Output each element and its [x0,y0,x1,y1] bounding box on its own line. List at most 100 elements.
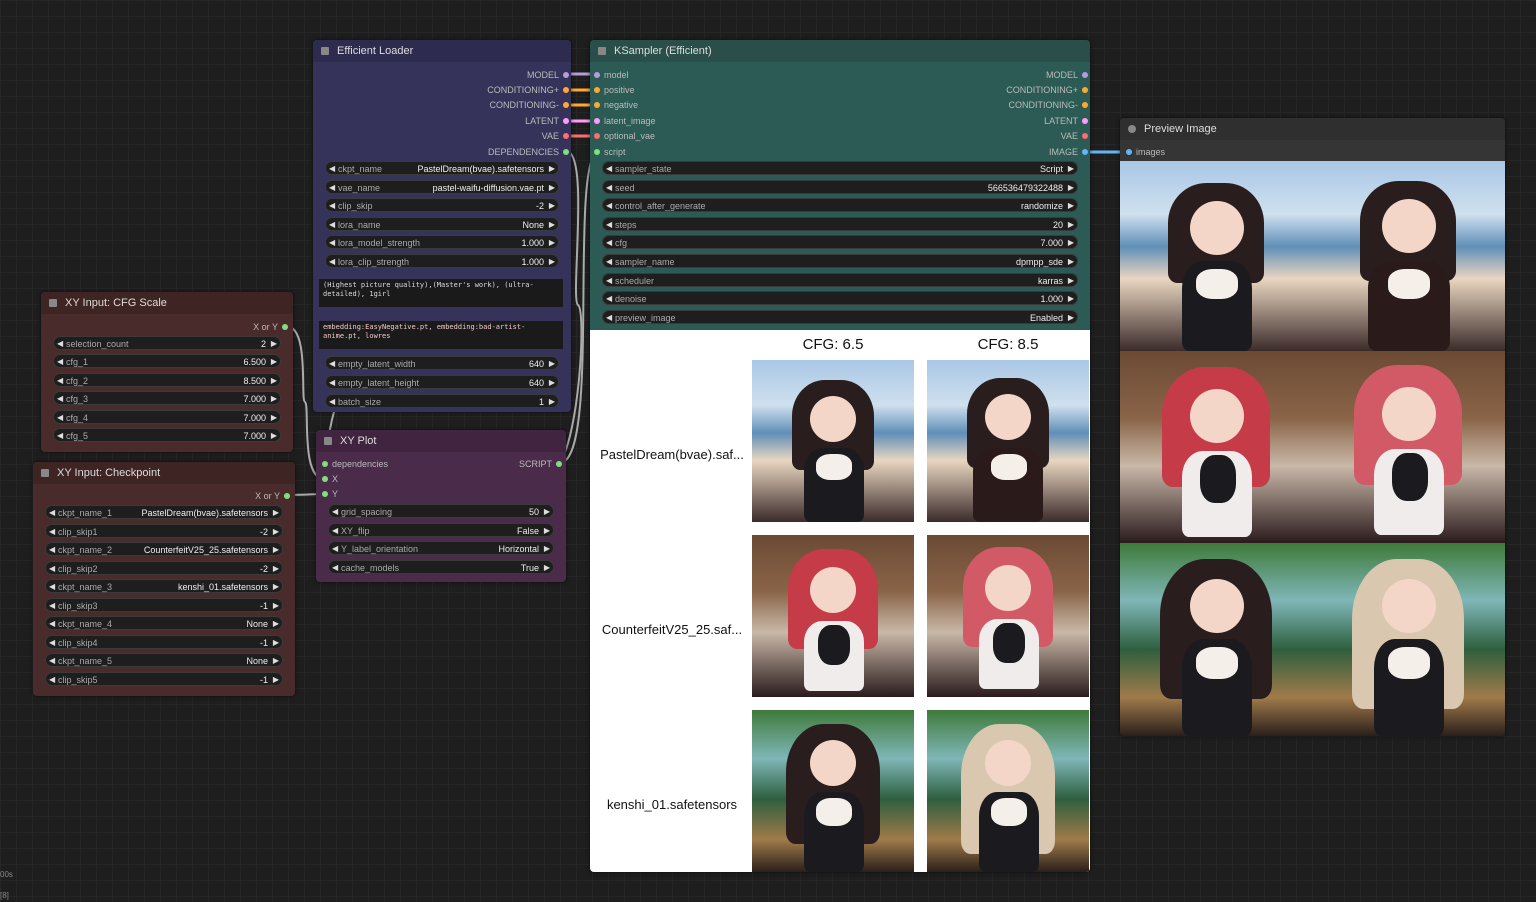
input-model[interactable]: model [590,68,629,82]
input-optional-vae[interactable]: optional_vae [590,129,655,143]
widget-sampler-state[interactable]: ◀ sampler_state Script ▶ [602,161,1078,175]
widget-clip-skip-3[interactable]: ◀ clip_skip3 -1 ▶ [45,598,283,612]
widget-preview-image[interactable]: ◀ preview_image Enabled ▶ [602,310,1078,324]
output-image[interactable]: IMAGE [878,145,1090,159]
grid-image-r1c1[interactable] [752,360,914,522]
xy-plot-node[interactable]: XY Plot dependencies X Y SCRIPT ◀ grid_sp… [316,430,566,582]
corner-text-bottom: [8] [0,891,9,900]
input-x[interactable]: X [318,472,338,486]
widget-ckpt-name-4[interactable]: ◀ ckpt_name_4 None ▶ [45,616,283,630]
xy-plot-title-bar[interactable]: XY Plot [316,430,566,452]
widget-clip-skip-2[interactable]: ◀ clip_skip2 -2 ▶ [45,561,283,575]
widget-sampler-name[interactable]: ◀ sampler_name dpmpp_sde ▶ [602,254,1078,268]
widget-ckpt-name[interactable]: ◀ ckpt_name PastelDream(bvae).safetensors ▶ [325,161,559,175]
preview-image-1[interactable] [1120,161,1312,351]
grid-image-r2c1[interactable] [752,535,914,697]
ksampler-node[interactable]: KSampler (Efficient) model positive nega… [590,40,1090,872]
row-header-1: PastelDream(bvae).saf... [600,447,744,462]
output-conditioning-pos[interactable]: CONDITIONING+ [878,83,1090,97]
input-dependencies[interactable]: dependencies [318,457,388,471]
output-latent[interactable]: LATENT [878,114,1090,128]
widget-ckpt-name-3[interactable]: ◀ ckpt_name_3 kenshi_01.safetensors ▶ [45,579,283,593]
output-x-or-y[interactable]: X or Y [160,489,292,503]
output-model[interactable]: MODEL [878,68,1090,82]
xy-input-cfg-scale-node[interactable]: XY Input: CFG Scale X or Y ◀ selection_co… [41,292,293,452]
widget-control-after-generate[interactable]: ◀ control_after_generate randomize ▶ [602,198,1078,212]
output-vae[interactable]: VAE [359,129,571,143]
cfg-scale-title-bar[interactable]: XY Input: CFG Scale [41,292,293,314]
widget-steps[interactable]: ◀ steps 20 ▶ [602,217,1078,231]
input-positive[interactable]: positive [590,83,635,97]
preview-image-6[interactable] [1312,543,1505,736]
ksampler-title-bar[interactable]: KSampler (Efficient) [590,40,1090,62]
widget-grid-spacing[interactable]: ◀ grid_spacing 50 ▶ [328,504,554,518]
widget-cfg-3[interactable]: ◀ cfg_3 7.000 ▶ [53,391,281,405]
output-vae[interactable]: VAE [878,129,1090,143]
preview-image-2[interactable] [1312,161,1505,351]
positive-prompt-textarea[interactable]: (Highest picture quality),(Master's work… [319,279,563,307]
widget-lora-clip-strength[interactable]: ◀ lora_clip_strength 1.000 ▶ [325,254,559,268]
widget-xy-flip[interactable]: ◀ XY_flip False ▶ [328,523,554,537]
grid-image-r2c2[interactable] [927,535,1089,697]
widget-seed[interactable]: ◀ seed 566536479322488 ▶ [602,180,1078,194]
widget-lora-model-strength[interactable]: ◀ lora_model_strength 1.000 ▶ [325,235,559,249]
preview-image-4[interactable] [1312,351,1505,543]
output-x-or-y[interactable]: X or Y [158,320,290,334]
widget-clip-skip[interactable]: ◀ clip_skip -2 ▶ [325,198,559,212]
efficient-loader-title-bar[interactable]: Efficient Loader [313,40,571,62]
widget-ckpt-name-2[interactable]: ◀ ckpt_name_2 CounterfeitV25_25.safetensor… [45,542,283,556]
output-dependencies[interactable]: DEPENDENCIES [359,145,571,159]
widget-scheduler[interactable]: ◀ scheduler karras ▶ [602,273,1078,287]
collapse-square-icon[interactable] [598,47,606,55]
node-title: Preview Image [1144,123,1217,135]
widget-lora-name[interactable]: ◀ lora_name None ▶ [325,217,559,231]
negative-prompt-textarea[interactable]: embedding:EasyNegative.pt, embedding:bad… [319,321,563,349]
collapse-square-icon[interactable] [49,299,57,307]
widget-clip-skip-5[interactable]: ◀ clip_skip5 -1 ▶ [45,672,283,686]
output-conditioning-neg[interactable]: CONDITIONING- [878,98,1090,112]
widget-cfg-4[interactable]: ◀ cfg_4 7.000 ▶ [53,410,281,424]
output-conditioning-pos[interactable]: CONDITIONING+ [359,83,571,97]
widget-cfg-2[interactable]: ◀ cfg_2 8.500 ▶ [53,373,281,387]
preview-image-node[interactable]: Preview Image images [1120,118,1505,736]
widget-y-label-orientation[interactable]: ◀ Y_label_orientation Horizontal ▶ [328,541,554,555]
input-y[interactable]: Y [318,487,338,501]
row-header-2: CounterfeitV25_25.saf... [601,622,743,637]
widget-empty-latent-width[interactable]: ◀ empty_latent_width 640 ▶ [325,356,559,370]
widget-batch-size[interactable]: ◀ batch_size 1 ▶ [325,394,559,408]
output-conditioning-neg[interactable]: CONDITIONING- [359,98,571,112]
input-script[interactable]: script [590,145,626,159]
checkpoint-title-bar[interactable]: XY Input: Checkpoint [33,462,295,484]
efficient-loader-node[interactable]: Efficient Loader MODEL CONDITIONING+ CON… [313,40,571,412]
widget-denoise[interactable]: ◀ denoise 1.000 ▶ [602,291,1078,305]
grid-image-r3c1[interactable] [752,710,914,872]
preview-title-bar[interactable]: Preview Image [1120,118,1505,140]
collapse-square-icon[interactable] [41,469,49,477]
widget-cfg[interactable]: ◀ cfg 7.000 ▶ [602,235,1078,249]
xy-input-checkpoint-node[interactable]: XY Input: Checkpoint X or Y ◀ ckpt_name_1… [33,462,295,696]
widget-vae-name[interactable]: ◀ vae_name pastel-waifu-diffusion.vae.pt ▶ [325,180,559,194]
preview-image-5[interactable] [1120,543,1312,736]
grid-image-r3c2[interactable] [927,710,1089,872]
widget-cache-models[interactable]: ◀ cache_models True ▶ [328,560,554,574]
widget-ckpt-name-1[interactable]: ◀ ckpt_name_1 PastelDream(bvae).safetensor… [45,505,283,519]
collapse-square-icon[interactable] [324,437,332,445]
input-latent-image[interactable]: latent_image [590,114,656,128]
widget-cfg-5[interactable]: ◀ cfg_5 7.000 ▶ [53,428,281,442]
output-script[interactable]: SCRIPT [452,457,564,471]
widget-selection-count[interactable]: ◀ selection_count 2 ▶ [53,336,281,350]
input-negative[interactable]: negative [590,98,638,112]
xy-grid-preview: CFG: 6.5 CFG: 8.5 PastelDream(bvae).saf.… [590,330,1090,872]
input-images[interactable]: images [1122,145,1165,159]
preview-image-3[interactable] [1120,351,1312,543]
widget-clip-skip-1[interactable]: ◀ clip_skip1 -2 ▶ [45,524,283,538]
output-model[interactable]: MODEL [359,68,571,82]
grid-image-r1c2[interactable] [927,360,1089,522]
output-latent[interactable]: LATENT [359,114,571,128]
collapse-dot-icon[interactable] [1128,125,1136,133]
widget-empty-latent-height[interactable]: ◀ empty_latent_height 640 ▶ [325,375,559,389]
widget-cfg-1[interactable]: ◀ cfg_1 6.500 ▶ [53,354,281,368]
widget-clip-skip-4[interactable]: ◀ clip_skip4 -1 ▶ [45,635,283,649]
widget-ckpt-name-5[interactable]: ◀ ckpt_name_5 None ▶ [45,653,283,667]
collapse-square-icon[interactable] [321,47,329,55]
